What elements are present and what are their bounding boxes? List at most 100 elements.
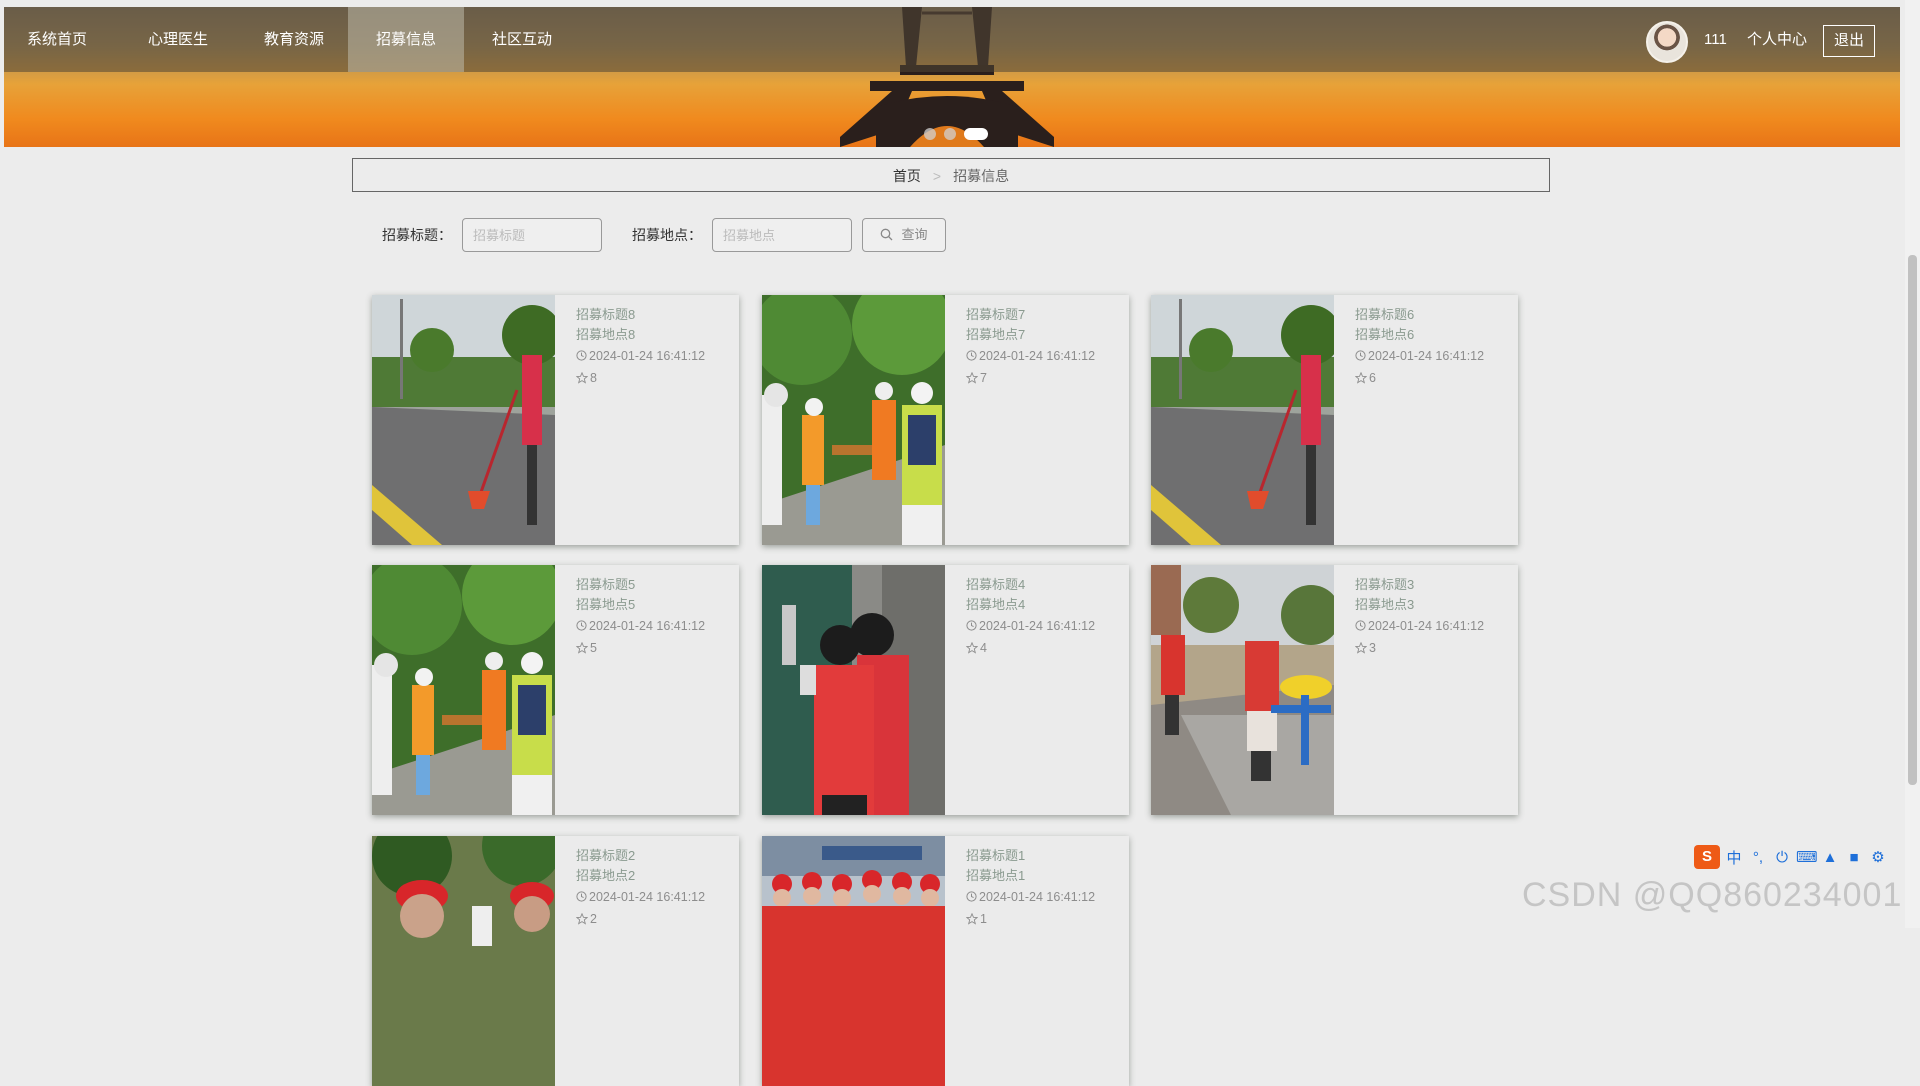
- star-icon: [965, 641, 979, 654]
- clock-icon: [576, 350, 587, 361]
- recruitment-card-location: 招募地点1: [966, 868, 1026, 883]
- recruitment-card-stars: 3: [1354, 637, 1515, 659]
- recruitment-card-title: 招募标题3: [1355, 577, 1415, 592]
- recruitment-card-time: 2024-01-24 16:41:12: [966, 345, 1126, 367]
- recruitment-card-info: 招募标题6 招募地点6 2024-01-24 16:41:12 6: [1354, 305, 1515, 389]
- recruitment-card-stars: 2: [575, 908, 736, 930]
- recruitment-card[interactable]: 招募标题1 招募地点1 2024-01-24 16:41:12 1: [762, 836, 1129, 1086]
- title-search-input[interactable]: [462, 218, 602, 252]
- settings-gear-icon[interactable]: ⚙: [1868, 848, 1888, 866]
- recruitment-card-location: 招募地点2: [576, 868, 636, 883]
- avatar[interactable]: [1646, 21, 1688, 63]
- recruitment-card[interactable]: 招募标题8 招募地点8 2024-01-24 16:41:12 8: [372, 295, 739, 545]
- recruitment-card-time: 2024-01-24 16:41:12: [966, 886, 1126, 908]
- recruitment-card-location: 招募地点3: [1355, 597, 1415, 612]
- star-icon: [965, 912, 979, 925]
- recruitment-card[interactable]: 招募标题3 招募地点3 2024-01-24 16:41:12 3: [1151, 565, 1518, 815]
- clock-icon: [966, 350, 977, 361]
- page-scrollbar[interactable]: [1905, 0, 1920, 928]
- ime-mode-indicator[interactable]: 中: [1724, 847, 1744, 868]
- clock-icon: [576, 891, 587, 902]
- gamepad-icon[interactable]: ■: [1844, 849, 1864, 866]
- recruitment-card-title: 招募标题7: [966, 307, 1026, 322]
- header-banner: 系统首页 心理医生 教育资源 招募信息 社区互动 111 个人中心 退出: [4, 7, 1900, 147]
- star-icon: [1354, 641, 1368, 654]
- recruitment-card-image: [372, 836, 555, 1086]
- carousel-dot-1[interactable]: [924, 128, 936, 140]
- recruitment-card-location: 招募地点7: [966, 327, 1026, 342]
- nav-item-home[interactable]: 系统首页: [4, 7, 110, 72]
- carousel-dot-2[interactable]: [944, 128, 956, 140]
- star-icon: [965, 371, 979, 384]
- recruitment-card-title: 招募标题5: [576, 577, 636, 592]
- recruitment-card-title: 招募标题6: [1355, 307, 1415, 322]
- recruitment-card-image: [762, 295, 945, 545]
- logout-button[interactable]: 退出: [1823, 25, 1875, 57]
- microphone-icon[interactable]: ⏻: [1772, 849, 1792, 866]
- clock-icon: [966, 620, 977, 631]
- recruitment-card-title: 招募标题2: [576, 848, 636, 863]
- recruitment-card-location: 招募地点6: [1355, 327, 1415, 342]
- recruitment-card-stars: 5: [575, 637, 736, 659]
- recruitment-card-info: 招募标题5 招募地点5 2024-01-24 16:41:12 5: [575, 575, 736, 659]
- star-icon: [575, 371, 589, 384]
- user-center-link[interactable]: 个人中心: [1747, 7, 1807, 72]
- recruitment-card-time: 2024-01-24 16:41:12: [576, 886, 736, 908]
- clock-icon: [1355, 620, 1366, 631]
- recruitment-card-info: 招募标题1 招募地点1 2024-01-24 16:41:12 1: [965, 846, 1126, 930]
- sogou-logo-icon[interactable]: S: [1694, 845, 1720, 869]
- csdn-watermark: CSDN @QQ860234001: [1522, 876, 1903, 914]
- clock-icon: [576, 620, 587, 631]
- recruitment-card[interactable]: 招募标题6 招募地点6 2024-01-24 16:41:12 6: [1151, 295, 1518, 545]
- recruitment-card[interactable]: 招募标题5 招募地点5 2024-01-24 16:41:12 5: [372, 565, 739, 815]
- recruitment-card-stars: 1: [965, 908, 1126, 930]
- recruitment-card-time: 2024-01-24 16:41:12: [1355, 615, 1515, 637]
- nav-item-recruitment[interactable]: 招募信息: [348, 7, 464, 72]
- punctuation-icon[interactable]: °,: [1748, 849, 1768, 866]
- star-icon: [575, 641, 589, 654]
- recruitment-card-location: 招募地点5: [576, 597, 636, 612]
- recruitment-card-info: 招募标题2 招募地点2 2024-01-24 16:41:12 2: [575, 846, 736, 930]
- clock-icon: [1355, 350, 1366, 361]
- breadcrumb-home[interactable]: 首页: [893, 168, 921, 184]
- recruitment-card-image: [372, 565, 555, 815]
- recruitment-card-location: 招募地点8: [576, 327, 636, 342]
- breadcrumb: 首页 > 招募信息: [352, 158, 1550, 192]
- recruitment-card-time: 2024-01-24 16:41:12: [576, 345, 736, 367]
- recruitment-card-info: 招募标题7 招募地点7 2024-01-24 16:41:12 7: [965, 305, 1126, 389]
- clock-icon: [966, 891, 977, 902]
- skin-icon[interactable]: ▲: [1820, 849, 1840, 866]
- recruitment-card-title: 招募标题1: [966, 848, 1026, 863]
- recruitment-card-location: 招募地点4: [966, 597, 1026, 612]
- recruitment-card-stars: 6: [1354, 367, 1515, 389]
- ime-toolbar: S 中 °, ⏻ ⌨ ▲ ■ ⚙: [1694, 845, 1888, 869]
- recruitment-card-stars: 8: [575, 367, 736, 389]
- recruitment-card[interactable]: 招募标题4 招募地点4 2024-01-24 16:41:12 4: [762, 565, 1129, 815]
- recruitment-card-title: 招募标题4: [966, 577, 1026, 592]
- recruitment-card-info: 招募标题8 招募地点8 2024-01-24 16:41:12 8: [575, 305, 736, 389]
- recruitment-card[interactable]: 招募标题7 招募地点7 2024-01-24 16:41:12 7: [762, 295, 1129, 545]
- recruitment-card-info: 招募标题3 招募地点3 2024-01-24 16:41:12 3: [1354, 575, 1515, 659]
- location-search-input[interactable]: [712, 218, 852, 252]
- breadcrumb-current: 招募信息: [953, 168, 1010, 184]
- scrollbar-thumb[interactable]: [1908, 255, 1917, 785]
- nav-item-community[interactable]: 社区互动: [464, 7, 580, 72]
- recruitment-card-info: 招募标题4 招募地点4 2024-01-24 16:41:12 4: [965, 575, 1126, 659]
- search-button[interactable]: 查询: [862, 218, 946, 252]
- recruitment-card[interactable]: 招募标题2 招募地点2 2024-01-24 16:41:12 2: [372, 836, 739, 1086]
- recruitment-card-image: [1151, 295, 1334, 545]
- recruitment-card-stars: 4: [965, 637, 1126, 659]
- nav-item-psychologist[interactable]: 心理医生: [120, 7, 236, 72]
- carousel-dot-3[interactable]: [964, 128, 988, 140]
- recruitment-card-time: 2024-01-24 16:41:12: [966, 615, 1126, 637]
- recruitment-card-time: 2024-01-24 16:41:12: [576, 615, 736, 637]
- location-search-label: 招募地点：: [632, 227, 702, 243]
- nav-item-education-resources[interactable]: 教育资源: [236, 7, 352, 72]
- recruitment-card-image: [762, 565, 945, 815]
- search-icon: [881, 228, 893, 241]
- recruitment-card-image: [372, 295, 555, 545]
- keyboard-icon[interactable]: ⌨: [1796, 848, 1818, 866]
- breadcrumb-separator: >: [932, 168, 942, 184]
- top-navbar: 系统首页 心理医生 教育资源 招募信息 社区互动 111 个人中心 退出: [4, 7, 1900, 72]
- recruitment-card-title: 招募标题8: [576, 307, 636, 322]
